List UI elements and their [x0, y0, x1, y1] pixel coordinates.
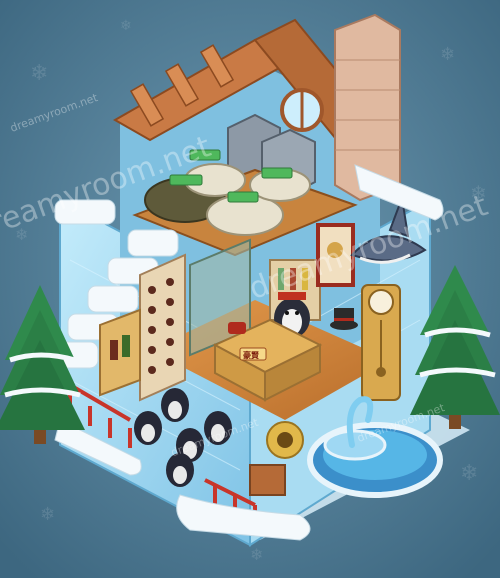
- wine-rack-icon[interactable]: [139, 253, 186, 402]
- side-cabinet[interactable]: [99, 308, 141, 397]
- desk-sign-text: 豪賢: [243, 350, 260, 360]
- svg-text:❄: ❄: [440, 44, 455, 65]
- round-window: [280, 88, 324, 132]
- svg-text:❄: ❄: [250, 545, 263, 564]
- top-hat-icon[interactable]: [330, 308, 358, 330]
- svg-text:❄: ❄: [460, 461, 478, 486]
- game-scene: ❄ ❄ ❄ ❄ ❄ ❄ ❄ ❄ 豪賢 dreamyroom.net dreamy…: [0, 0, 500, 578]
- svg-text:❄: ❄: [40, 504, 55, 525]
- svg-text:❄: ❄: [120, 18, 132, 34]
- svg-text:❄: ❄: [30, 61, 48, 86]
- telephone-icon[interactable]: [228, 322, 246, 334]
- grandfather-clock-icon[interactable]: [361, 284, 401, 401]
